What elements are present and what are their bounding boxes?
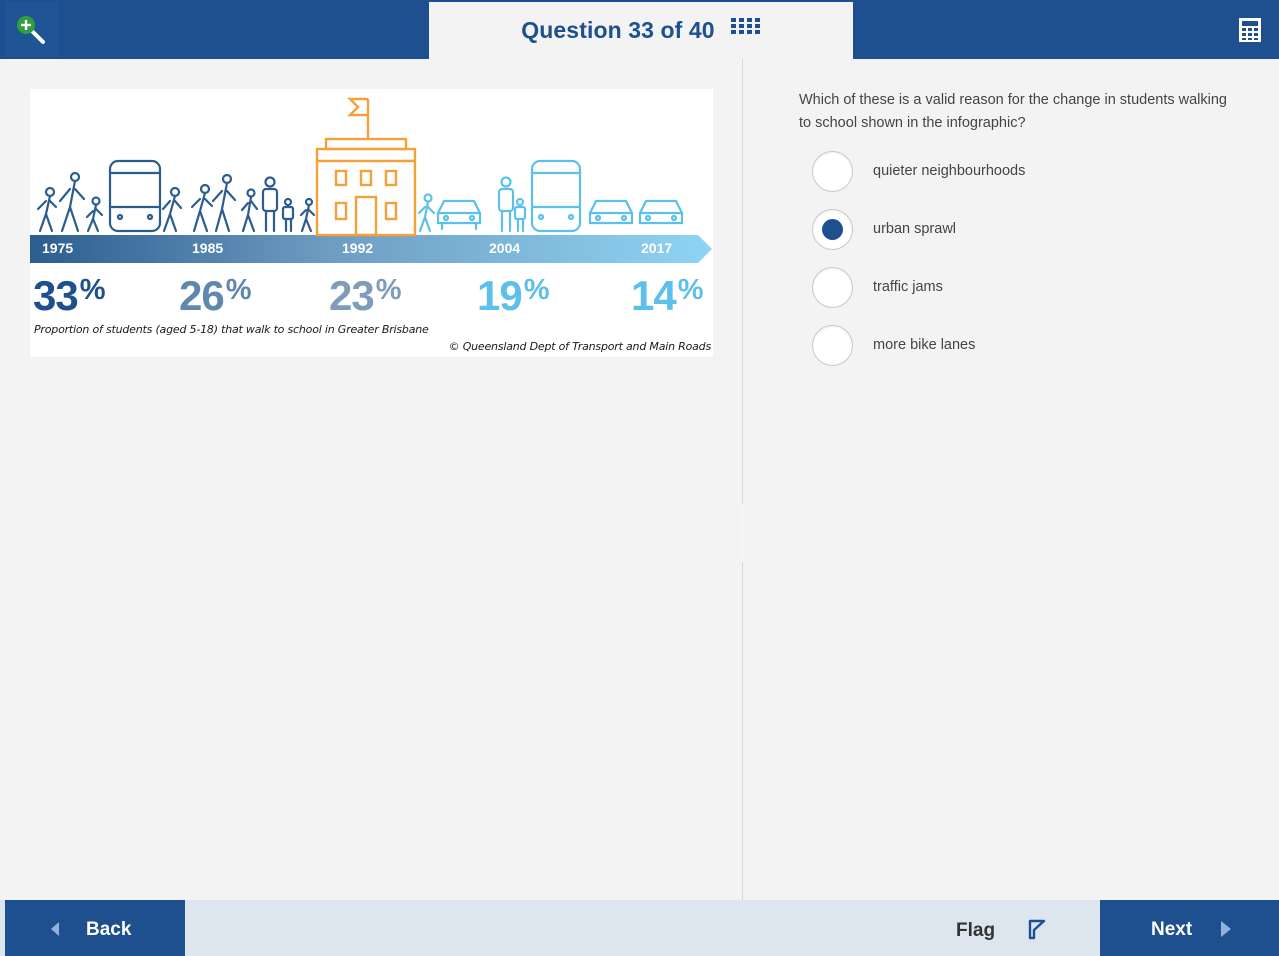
answer-option[interactable]: more bike lanes	[812, 325, 1232, 367]
bottom-bar: Back Flag Next	[0, 900, 1279, 956]
radio-button[interactable]	[812, 267, 853, 308]
answer-option[interactable]: urban sprawl	[812, 209, 1232, 251]
year-label: 1992	[342, 240, 374, 256]
percent-value: 33%	[33, 272, 106, 319]
year-label: 1985	[192, 240, 224, 256]
flag-button[interactable]: Flag	[940, 900, 1070, 956]
zoom-button[interactable]	[5, 2, 59, 57]
answer-option[interactable]: quieter neighbourhoods	[812, 151, 1232, 193]
back-button[interactable]: Back	[5, 900, 185, 956]
answer-option-label: urban sprawl	[873, 221, 957, 237]
percent-value: 14%	[631, 272, 704, 319]
year-label: 2017	[641, 240, 673, 256]
radio-button[interactable]	[812, 151, 853, 192]
percent-value: 23%	[329, 272, 402, 319]
question-panel: Which of these is a valid reason for the…	[743, 59, 1279, 900]
percent-value: 19%	[477, 272, 550, 319]
chevron-right-icon	[1221, 921, 1231, 937]
answer-option-label: traffic jams	[873, 279, 943, 295]
calculator-button[interactable]	[1224, 2, 1274, 57]
top-bar: Question 33 of 40	[0, 0, 1279, 59]
question-grid-icon[interactable]	[730, 18, 761, 43]
radio-button-selected[interactable]	[812, 209, 853, 250]
radio-button[interactable]	[812, 325, 853, 366]
year-label: 2004	[489, 240, 521, 256]
calculator-icon	[1239, 18, 1261, 42]
percent-value: 26%	[179, 272, 252, 319]
answer-option[interactable]: traffic jams	[812, 267, 1232, 309]
infographic-credit: © Queensland Dept of Transport and Main …	[448, 340, 712, 353]
next-button-label: Next	[1151, 919, 1193, 940]
question-stem: Which of these is a valid reason for the…	[799, 92, 1227, 131]
flag-button-label: Flag	[956, 920, 996, 941]
next-button[interactable]: Next	[1100, 900, 1279, 956]
back-button-label: Back	[86, 919, 132, 940]
flag-icon	[1028, 919, 1046, 940]
chevron-left-icon	[51, 922, 59, 936]
answer-option-label: more bike lanes	[873, 337, 976, 353]
walking-to-school-infographic: 1975 1985 1992 2004 2017 33% 26% 23% 19%…	[30, 89, 713, 357]
answer-option-label: quieter neighbourhoods	[873, 163, 1026, 179]
question-counter: Question 33 of 40	[521, 17, 715, 43]
zoom-in-icon	[17, 16, 45, 44]
question-header: Question 33 of 40	[429, 2, 853, 59]
infographic-caption: Proportion of students (aged 5-18) that …	[34, 323, 429, 336]
year-label: 1975	[42, 240, 74, 256]
